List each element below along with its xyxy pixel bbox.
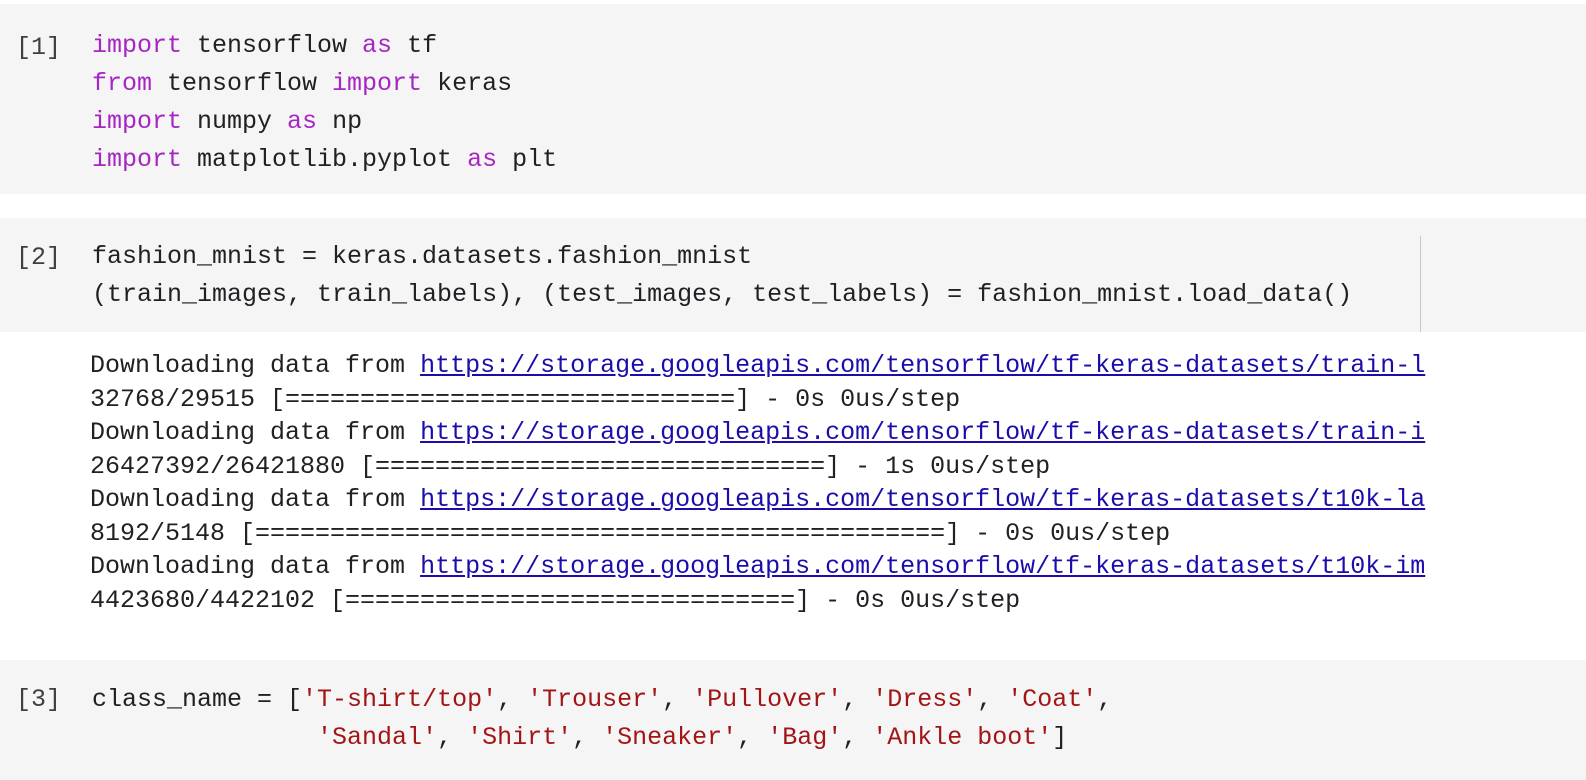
text-token: class_name = [ — [92, 685, 303, 714]
code-editor[interactable]: fashion_mnist = keras.datasets.fashion_m… — [92, 238, 1352, 314]
text-token: , — [737, 723, 768, 752]
output-line: 32768/29515 [===========================… — [90, 383, 1425, 417]
text-token: Downloading data from — [90, 485, 421, 514]
download-link[interactable]: https://storage.googleapis.com/tensorflo… — [420, 351, 1425, 380]
download-link[interactable]: https://storage.googleapis.com/tensorflo… — [420, 485, 1425, 514]
code-line: class_name = ['T-shirt/top', 'Trouser', … — [92, 681, 1112, 719]
download-link[interactable]: https://storage.googleapis.com/tensorflo… — [420, 552, 1425, 581]
string-token: 'Ankle boot' — [872, 723, 1053, 752]
code-cell-1[interactable]: [1] import tensorflow as tf from tensorfl… — [0, 4, 1586, 194]
output-line: 26427392/26421880 [=====================… — [90, 450, 1425, 484]
download-link[interactable]: https://storage.googleapis.com/tensorflo… — [420, 418, 1425, 447]
code-line: import matplotlib.pyplot as plt — [92, 141, 557, 179]
text-token: keras — [422, 69, 513, 98]
string-token: 'T-shirt/top' — [302, 685, 498, 714]
text-token: tensorflow — [152, 69, 333, 98]
text-token: 32768/29515 [===========================… — [90, 384, 961, 414]
string-token: 'Trouser' — [527, 685, 663, 714]
text-token: Downloading data from — [90, 351, 421, 380]
text-token: Downloading data from — [90, 418, 421, 447]
text-token: fashion_mnist = keras.datasets.fashion_m… — [92, 242, 753, 271]
output-area: Downloading data from https://storage.go… — [0, 332, 1586, 644]
output-line: 4423680/4422102 [=======================… — [90, 584, 1425, 618]
keyword-token: import — [92, 145, 183, 174]
text-token: , — [977, 685, 1008, 714]
text-token: , — [1097, 685, 1113, 714]
output-line: Downloading data from https://storage.go… — [90, 483, 1425, 517]
text-token: ] — [1052, 723, 1068, 752]
keyword-token: import — [92, 31, 183, 60]
text-token: matplotlib.pyplot — [182, 145, 468, 174]
output-line: Downloading data from https://storage.go… — [90, 550, 1425, 584]
keyword-token: import — [332, 69, 423, 98]
code-line: fashion_mnist = keras.datasets.fashion_m… — [92, 238, 1352, 276]
code-cell-3[interactable]: [3] class_name = ['T-shirt/top', 'Trouse… — [0, 660, 1586, 780]
text-token: plt — [497, 145, 558, 174]
code-line: (train_images, train_labels), (test_imag… — [92, 276, 1352, 314]
code-editor[interactable]: class_name = ['T-shirt/top', 'Trouser', … — [92, 681, 1112, 757]
text-token: tf — [392, 31, 438, 60]
execution-count: [2] — [16, 243, 62, 272]
execution-count: [1] — [16, 33, 62, 62]
output-line: Downloading data from https://storage.go… — [90, 349, 1425, 383]
text-token: 8192/5148 [=============================… — [90, 518, 1171, 548]
code-line: from tensorflow import keras — [92, 65, 557, 103]
output-line: 8192/5148 [=============================… — [90, 517, 1425, 551]
code-line: import tensorflow as tf — [92, 27, 557, 65]
code-line: import numpy as np — [92, 103, 557, 141]
editor-ruler — [1420, 236, 1421, 332]
text-token: (train_images, train_labels), (test_imag… — [92, 280, 1353, 309]
string-token: 'Coat' — [1007, 685, 1098, 714]
string-token: 'Sandal' — [317, 723, 438, 752]
text-token: , — [842, 685, 873, 714]
keyword-token: as — [467, 145, 498, 174]
text-token: , — [497, 685, 528, 714]
text-token: 4423680/4422102 [=======================… — [90, 585, 1021, 615]
output-line: Downloading data from https://storage.go… — [90, 416, 1425, 450]
string-token: 'Pullover' — [692, 685, 843, 714]
keyword-token: import — [92, 107, 183, 136]
cell-output: Downloading data from https://storage.go… — [90, 349, 1425, 617]
text-token: 26427392/26421880 [=====================… — [90, 451, 1051, 481]
text-token: np — [317, 107, 363, 136]
text-token: numpy — [182, 107, 288, 136]
code-line: 'Sandal', 'Shirt', 'Sneaker', 'Bag', 'An… — [92, 719, 1112, 757]
keyword-token: as — [287, 107, 318, 136]
code-cell-2[interactable]: [2] fashion_mnist = keras.datasets.fashi… — [0, 218, 1586, 332]
keyword-token: from — [92, 69, 153, 98]
text-token: , — [572, 723, 603, 752]
string-token: 'Dress' — [872, 685, 978, 714]
text-token: , — [842, 723, 873, 752]
text-token: Downloading data from — [90, 552, 421, 581]
text-token: , — [662, 685, 693, 714]
string-token: 'Sneaker' — [602, 723, 738, 752]
string-token: 'Bag' — [767, 723, 843, 752]
text-token: tensorflow — [182, 31, 363, 60]
text-token: , — [437, 723, 468, 752]
keyword-token: as — [362, 31, 393, 60]
string-token: 'Shirt' — [467, 723, 573, 752]
execution-count: [3] — [16, 685, 62, 714]
code-editor[interactable]: import tensorflow as tf from tensorflow i… — [92, 27, 557, 179]
